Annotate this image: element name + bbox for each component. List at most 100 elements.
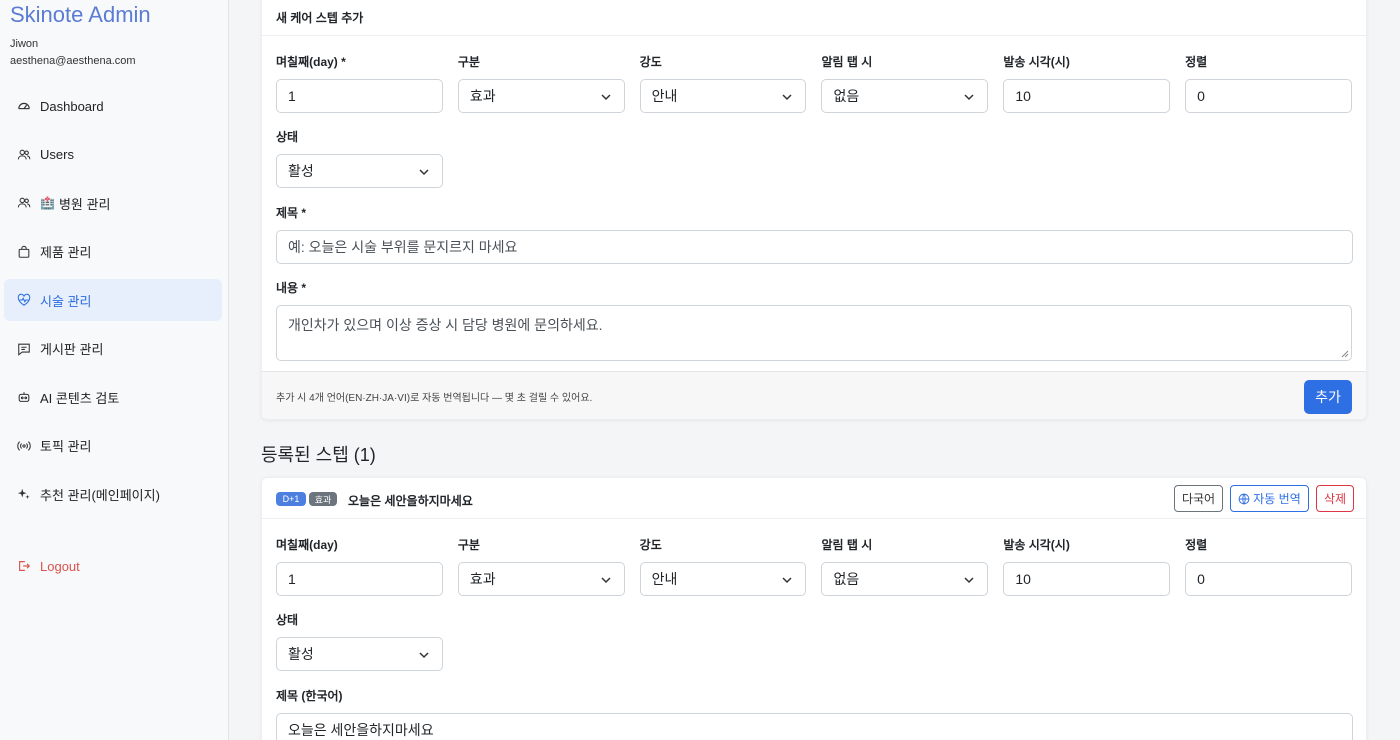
- new-step-header: 새 케어 스텝 추가: [262, 0, 1366, 36]
- select-value: 없음: [833, 571, 860, 587]
- chevron-down-icon: [964, 577, 974, 584]
- field-sort: 정렬 0: [1185, 536, 1352, 596]
- step-status-row: 상태 활성: [262, 611, 1366, 671]
- select-value: 효과: [469, 571, 496, 587]
- sidebar-item-procedures[interactable]: 시술 관리: [4, 279, 222, 321]
- sparkles-icon: [16, 486, 32, 502]
- field-label: 알림 탭 시: [821, 538, 873, 552]
- send-hour-input[interactable]: 10: [1003, 79, 1171, 113]
- user-email: aesthena@aesthena.com: [10, 55, 136, 67]
- sidebar-item-label: 게시판 관리: [40, 342, 104, 357]
- logout-icon: [16, 558, 32, 574]
- field-label: 강도: [639, 55, 662, 69]
- chevron-down-icon: [419, 169, 429, 176]
- sort-input[interactable]: 0: [1185, 79, 1352, 113]
- sidebar-item-board[interactable]: 게시판 관리: [4, 328, 222, 370]
- field-label: 상태: [276, 130, 299, 144]
- sidebar: Skinote Admin Jiwon aesthena@aesthena.co…: [0, 0, 229, 740]
- shopping-bag-icon: [16, 244, 32, 260]
- sidebar-item-hospitals[interactable]: 🏥 병원 관리: [4, 182, 222, 224]
- content-textarea[interactable]: 개인차가 있으며 이상 증상 시 담당 병원에 문의하세요.: [276, 305, 1352, 361]
- users-icon: [16, 195, 32, 211]
- notification-tap-select[interactable]: 없음: [821, 79, 989, 113]
- auto-translate-label: 자동 번역: [1253, 492, 1301, 506]
- robot-icon: [16, 389, 32, 405]
- send-hour-input[interactable]: 10: [1003, 562, 1171, 596]
- step-fields: 며칠째(day) 1 구분 효과 강도 안내 알림 탭 시 없음 발송 시각(시…: [262, 536, 1366, 596]
- brand-title[interactable]: Skinote Admin: [10, 2, 151, 28]
- sidebar-item-recommendations[interactable]: 추천 관리(메인페이지): [4, 473, 222, 515]
- chevron-down-icon: [601, 94, 611, 101]
- select-value: 안내: [651, 88, 678, 104]
- field-day: 며칠째(day) * 1: [276, 53, 443, 113]
- field-status: 상태 활성: [276, 128, 443, 188]
- day-input[interactable]: 1: [276, 562, 443, 596]
- sidebar-item-label: AI 콘텐츠 검토: [40, 390, 120, 406]
- user-name: Jiwon: [10, 38, 39, 50]
- sidebar-item-products[interactable]: 제품 관리: [4, 231, 222, 273]
- add-step-button[interactable]: 추가: [1304, 380, 1352, 414]
- field-send-hour: 발송 시각(시) 10: [1003, 53, 1171, 113]
- intensity-select[interactable]: 안내: [639, 79, 807, 113]
- translation-note: 추가 시 4개 언어(EN·ZH·JA·VI)로 자동 번역됩니다 — 몇 초 …: [276, 393, 593, 404]
- new-step-card: 새 케어 스텝 추가 며칠째(day) * 1 구분 효과 강도 안내 알림 탭…: [261, 0, 1367, 420]
- type-select[interactable]: 효과: [457, 79, 625, 113]
- select-value: 활성: [288, 646, 314, 662]
- select-value: 안내: [651, 571, 678, 587]
- sidebar-item-label: 제품 관리: [40, 245, 92, 260]
- status-select[interactable]: 활성: [276, 637, 443, 671]
- field-intensity: 강도 안내: [639, 536, 807, 596]
- intensity-select[interactable]: 안내: [639, 562, 807, 596]
- status-select[interactable]: 활성: [276, 154, 443, 188]
- step-card: D+1 효과 오늘은 세안을하지마세요 다국어 자동 번역 삭제 며칠째(day…: [261, 477, 1367, 740]
- sort-input[interactable]: 0: [1185, 562, 1352, 596]
- users-icon: [16, 147, 32, 163]
- field-label: 구분: [457, 55, 480, 69]
- sidebar-item-topics[interactable]: 토픽 관리: [4, 425, 222, 467]
- new-step-status-row: 상태 활성: [262, 128, 1366, 188]
- step-title: 오늘은 세안을하지마세요: [348, 494, 473, 508]
- field-label: 며칠째(day) *: [276, 55, 346, 69]
- hospital-emoji-icon: 🏥: [40, 196, 55, 210]
- sidebar-item-label: Dashboard: [40, 98, 104, 114]
- sidebar-item-ai-review[interactable]: AI 콘텐츠 검토: [4, 376, 222, 418]
- field-title: 제목 * 예: 오늘은 시술 부위를 문지르지 마세요: [262, 204, 1366, 264]
- globe-icon: [1238, 493, 1250, 504]
- title-input[interactable]: 예: 오늘은 시술 부위를 문지르지 마세요: [276, 230, 1353, 264]
- field-label: 구분: [457, 538, 480, 552]
- field-notification-tap: 알림 탭 시 없음: [821, 53, 989, 113]
- field-status: 상태 활성: [276, 611, 443, 671]
- multilanguage-button[interactable]: 다국어: [1174, 485, 1223, 512]
- day-input[interactable]: 1: [276, 79, 443, 113]
- sidebar-item-users[interactable]: Users: [4, 134, 222, 176]
- chevron-down-icon: [782, 577, 793, 584]
- dashboard-gauge-icon: [16, 98, 32, 114]
- sidebar-item-label: 시술 관리: [40, 293, 92, 309]
- field-type: 구분 효과: [457, 53, 625, 113]
- field-content: 내용 * 개인차가 있으며 이상 증상 시 담당 병원에 문의하세요.: [262, 279, 1366, 361]
- step-card-header: D+1 효과 오늘은 세안을하지마세요 다국어 자동 번역 삭제: [262, 478, 1366, 519]
- auto-translate-button[interactable]: 자동 번역: [1230, 485, 1309, 512]
- type-badge: 효과: [309, 492, 337, 506]
- chevron-down-icon: [419, 652, 429, 659]
- chevron-down-icon: [782, 94, 793, 101]
- field-label: 제목 *: [276, 206, 307, 220]
- field-send-hour: 발송 시각(시) 10: [1003, 536, 1171, 596]
- main-content: 새 케어 스텝 추가 며칠째(day) * 1 구분 효과 강도 안내 알림 탭…: [229, 0, 1400, 740]
- title-korean-input[interactable]: 오늘은 세안을하지마세요: [276, 713, 1353, 740]
- registered-steps-title: 등록된 스텝 (1): [261, 445, 376, 465]
- type-select[interactable]: 효과: [457, 562, 625, 596]
- logout-button[interactable]: Logout: [4, 545, 222, 587]
- field-day: 며칠째(day) 1: [276, 536, 443, 596]
- day-badge: D+1: [276, 492, 306, 506]
- field-intensity: 강도 안내: [639, 53, 807, 113]
- sidebar-item-label: 추천 관리(메인페이지): [40, 487, 160, 503]
- field-label: 제목 (한국어): [276, 689, 343, 703]
- resize-grip-icon[interactable]: [1341, 350, 1349, 358]
- select-value: 없음: [833, 88, 860, 104]
- delete-step-button[interactable]: 삭제: [1316, 485, 1354, 512]
- sidebar-item-dashboard[interactable]: Dashboard: [4, 85, 222, 127]
- chevron-down-icon: [601, 577, 611, 584]
- field-sort: 정렬 0: [1185, 53, 1352, 113]
- notification-tap-select[interactable]: 없음: [821, 562, 989, 596]
